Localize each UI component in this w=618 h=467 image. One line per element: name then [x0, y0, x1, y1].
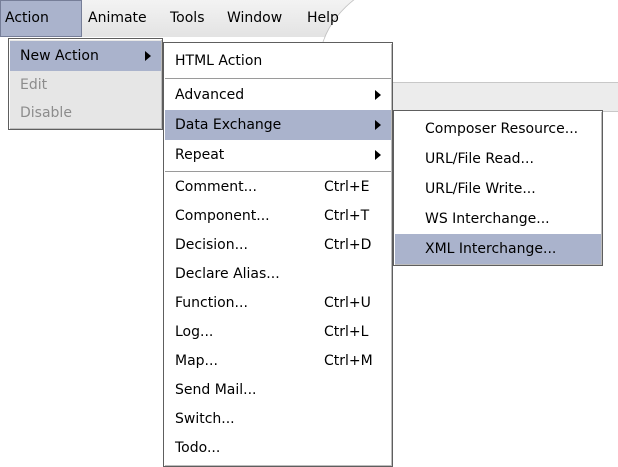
decision-shortcut: Ctrl+D [324, 237, 372, 253]
menu-item-function[interactable]: Function... Ctrl+U [165, 289, 391, 318]
function-shortcut: Ctrl+U [324, 295, 371, 311]
todo-label: Todo... [175, 440, 221, 456]
map-shortcut: Ctrl+M [324, 353, 373, 369]
menu-item-url-file-write[interactable]: URL/File Write... [395, 174, 601, 204]
menu-item-disable: Disable [10, 99, 161, 127]
menu-animate[interactable]: Animate [84, 0, 151, 37]
menu-item-log[interactable]: Log... Ctrl+L [165, 318, 391, 347]
menu-help[interactable]: Help [303, 0, 343, 37]
menu-window-label: Window [227, 10, 283, 26]
menu-item-comment[interactable]: Comment... Ctrl+E [165, 173, 391, 202]
advanced-label: Advanced [175, 87, 245, 103]
menu-item-component[interactable]: Component... Ctrl+T [165, 202, 391, 231]
menu-item-send-mail[interactable]: Send Mail... [165, 376, 391, 405]
send-mail-label: Send Mail... [175, 382, 257, 398]
menu-item-repeat[interactable]: Repeat [165, 140, 391, 170]
menu-item-switch[interactable]: Switch... [165, 405, 391, 434]
menu-action-label: Action [5, 10, 49, 26]
data-exchange-label: Data Exchange [175, 117, 282, 133]
menu-item-new-action[interactable]: New Action [10, 41, 161, 71]
repeat-label: Repeat [175, 147, 225, 163]
menu-animate-label: Animate [88, 10, 147, 26]
menu-item-data-exchange[interactable]: Data Exchange [165, 110, 391, 140]
ws-interchange-label: WS Interchange... [425, 211, 550, 227]
url-file-write-label: URL/File Write... [425, 181, 536, 197]
decision-label: Decision... [175, 237, 248, 253]
map-label: Map... [175, 353, 218, 369]
menu-item-html-action[interactable]: HTML Action [165, 45, 391, 77]
submenu-arrow-icon [145, 51, 151, 61]
menu-item-new-action-label: New Action [20, 48, 99, 64]
composer-resource-label: Composer Resource... [425, 121, 579, 137]
new-action-submenu: HTML Action Advanced Data Exchange Repea… [163, 42, 393, 467]
menu-tools[interactable]: Tools [166, 0, 209, 37]
menu-item-edit-label: Edit [20, 77, 48, 93]
function-label: Function... [175, 295, 248, 311]
background-panel-strip [392, 82, 618, 112]
component-label: Component... [175, 208, 270, 224]
comment-shortcut: Ctrl+E [324, 179, 370, 195]
menu-item-composer-resource[interactable]: Composer Resource... [395, 114, 601, 144]
menu-item-disable-label: Disable [20, 105, 72, 121]
menu-item-url-file-read[interactable]: URL/File Read... [395, 144, 601, 174]
menu-action[interactable]: Action [0, 0, 82, 37]
log-shortcut: Ctrl+L [324, 324, 369, 340]
menu-item-xml-interchange[interactable]: XML Interchange... [395, 234, 601, 264]
url-file-read-label: URL/File Read... [425, 151, 534, 167]
action-menu: New Action Edit Disable [8, 38, 163, 130]
component-shortcut: Ctrl+T [324, 208, 370, 224]
menu-item-declare-alias[interactable]: Declare Alias... [165, 260, 391, 289]
menu-item-edit: Edit [10, 71, 161, 99]
declare-alias-label: Declare Alias... [175, 266, 280, 282]
log-label: Log... [175, 324, 214, 340]
menu-window[interactable]: Window [223, 0, 286, 37]
menu-item-map[interactable]: Map... Ctrl+M [165, 347, 391, 376]
menu-item-ws-interchange[interactable]: WS Interchange... [395, 204, 601, 234]
menu-tools-label: Tools [170, 10, 205, 26]
menu-item-todo[interactable]: Todo... [165, 434, 391, 463]
data-exchange-submenu: Composer Resource... URL/File Read... UR… [393, 110, 603, 266]
switch-label: Switch... [175, 411, 235, 427]
comment-label: Comment... [175, 179, 257, 195]
menu-help-label: Help [307, 10, 339, 26]
submenu-arrow-icon [375, 120, 381, 130]
menu-item-advanced[interactable]: Advanced [165, 80, 391, 110]
xml-interchange-label: XML Interchange... [425, 241, 557, 257]
menu-bar: Action Animate Tools Window Help [0, 0, 618, 61]
submenu-arrow-icon [375, 150, 381, 160]
html-action-label: HTML Action [175, 53, 263, 69]
menu-item-decision[interactable]: Decision... Ctrl+D [165, 231, 391, 260]
submenu-arrow-icon [375, 90, 381, 100]
